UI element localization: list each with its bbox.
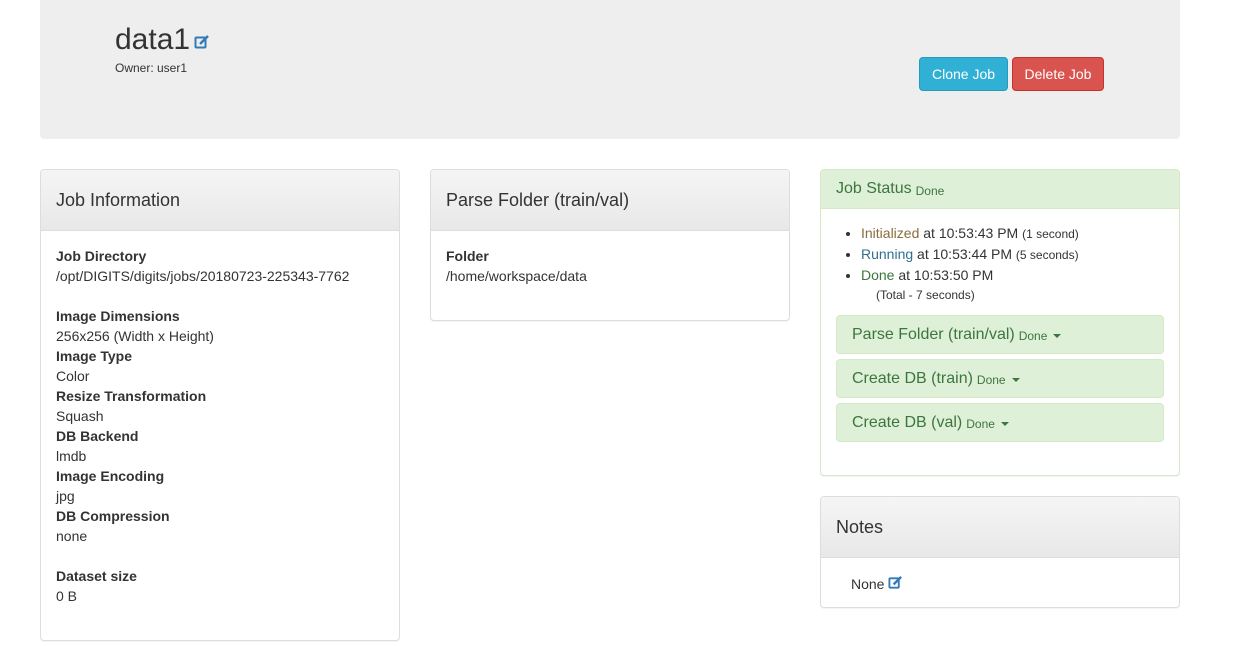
status-state: Running bbox=[861, 246, 914, 262]
db-compression-value: none bbox=[56, 528, 88, 544]
folder-value: /home/workspace/data bbox=[446, 268, 587, 284]
stage-name: Parse Folder (train/val) bbox=[852, 325, 1015, 343]
clone-job-button[interactable]: Clone Job bbox=[919, 57, 1008, 91]
status-event: Running at 10:53:44 PM (5 seconds) bbox=[861, 244, 1179, 265]
field-label: DB Compression bbox=[56, 508, 170, 524]
edit-icon[interactable] bbox=[888, 575, 903, 593]
status-duration: (5 seconds) bbox=[1015, 248, 1079, 262]
notes-panel: Notes None bbox=[820, 496, 1180, 608]
field-label: Dataset size bbox=[56, 568, 137, 584]
job-status-panel: Job Status Done Initialized at 10:53:43 … bbox=[820, 169, 1180, 476]
resize-value: Squash bbox=[56, 408, 104, 424]
job-status-heading: Job Status Done bbox=[821, 170, 1179, 209]
field-label: Job Directory bbox=[56, 248, 147, 264]
parse-folder-panel: Parse Folder (train/val) Folder /home/wo… bbox=[430, 169, 790, 321]
stage-status: Done bbox=[976, 373, 1006, 387]
panel-title: Job Information bbox=[41, 170, 399, 231]
status-event: Done at 10:53:50 PM bbox=[861, 265, 1179, 285]
job-directory-value: /opt/DIGITS/digits/jobs/20180723-225343-… bbox=[56, 268, 350, 284]
caret-down-icon bbox=[1053, 333, 1062, 338]
image-encoding-value: jpg bbox=[56, 488, 75, 504]
db-backend-value: lmdb bbox=[56, 448, 87, 464]
image-type-value: Color bbox=[56, 368, 90, 384]
status-event: Initialized at 10:53:43 PM (1 second) bbox=[861, 223, 1179, 244]
stage-name: Create DB (train) bbox=[852, 369, 973, 387]
total-duration: (Total - 7 seconds) bbox=[876, 288, 975, 302]
field-label: Image Type bbox=[56, 348, 132, 364]
stage-status: Done bbox=[1018, 329, 1048, 343]
stage-create-db-train[interactable]: Create DB (train) Done bbox=[836, 359, 1164, 398]
status-time: at 10:53:50 PM bbox=[894, 267, 994, 283]
stage-status: Done bbox=[966, 417, 995, 431]
stage-parse-folder[interactable]: Parse Folder (train/val) Done bbox=[836, 315, 1164, 354]
job-name-text: data1 bbox=[115, 23, 191, 56]
status-badge: Done bbox=[915, 183, 945, 198]
notes-value: None bbox=[851, 576, 885, 592]
edit-icon[interactable] bbox=[194, 23, 210, 59]
status-state: Done bbox=[861, 267, 895, 283]
field-label: Image Encoding bbox=[56, 468, 165, 484]
caret-down-icon bbox=[1000, 421, 1009, 426]
job-owner: Owner: user1 bbox=[115, 61, 188, 75]
dataset-size-value: 0 B bbox=[56, 588, 78, 604]
panel-title: Parse Folder (train/val) bbox=[431, 170, 789, 231]
status-time: at 10:53:43 PM bbox=[919, 225, 1023, 241]
field-label: DB Backend bbox=[56, 428, 139, 444]
stage-name: Create DB (val) bbox=[852, 413, 963, 431]
job-header: data1 Owner: user1 Clone Job Delete Job bbox=[40, 0, 1180, 139]
status-duration: (1 second) bbox=[1022, 227, 1079, 241]
field-label: Folder bbox=[446, 248, 489, 264]
status-time: at 10:53:44 PM bbox=[913, 246, 1016, 262]
job-information-panel: Job Information Job Directory /opt/DIGIT… bbox=[40, 169, 400, 641]
stage-create-db-val[interactable]: Create DB (val) Done bbox=[836, 403, 1164, 442]
delete-job-button[interactable]: Delete Job bbox=[1012, 57, 1104, 91]
image-dimensions-value: 256x256 (Width x Height) bbox=[56, 328, 214, 344]
caret-down-icon bbox=[1011, 377, 1020, 382]
status-state: Initialized bbox=[861, 225, 920, 241]
field-label: Resize Transformation bbox=[56, 388, 207, 404]
field-label: Image Dimensions bbox=[56, 308, 180, 324]
status-timeline: Initialized at 10:53:43 PM (1 second) Ru… bbox=[821, 209, 1179, 285]
job-title: data1 bbox=[115, 22, 210, 59]
panel-title: Notes bbox=[821, 497, 1179, 558]
panel-title: Job Status bbox=[836, 180, 912, 197]
